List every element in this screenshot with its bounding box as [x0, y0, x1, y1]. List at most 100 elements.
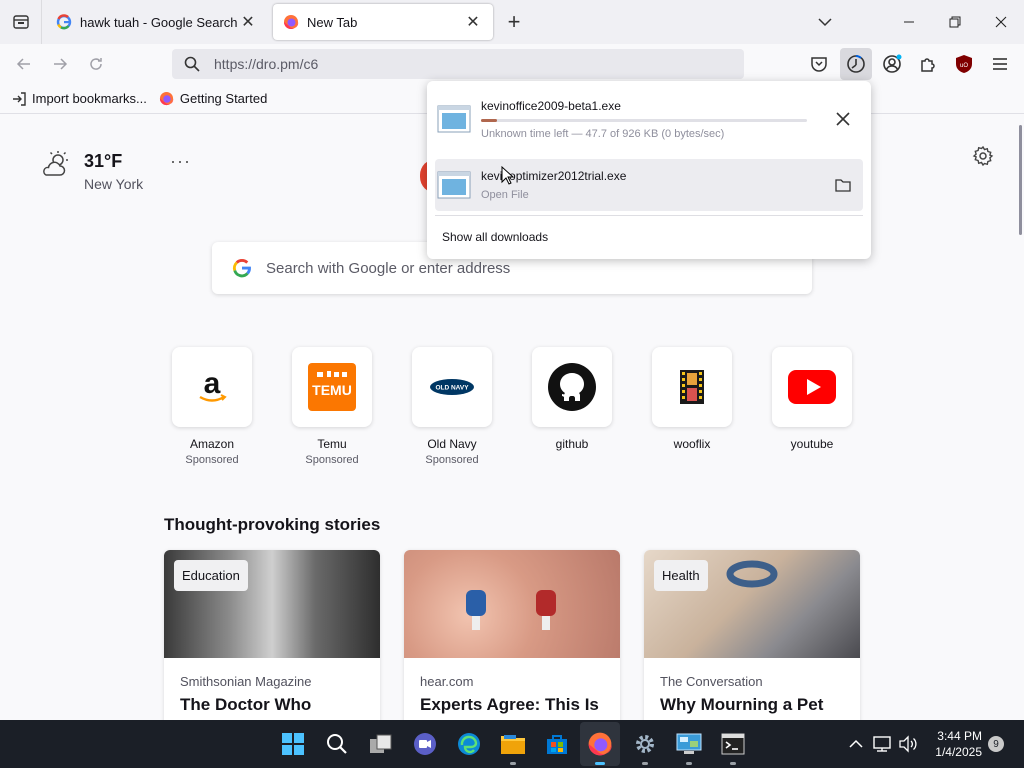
firefox-view-icon: [12, 15, 29, 29]
address-bar[interactable]: [172, 49, 744, 79]
ublock-button[interactable]: uO: [948, 48, 980, 80]
story-card[interactable]: Education Smithsonian Magazine The Docto…: [164, 550, 380, 720]
start-button[interactable]: [279, 730, 307, 758]
file-explorer-button[interactable]: [499, 730, 527, 758]
downloads-button[interactable]: [840, 48, 872, 80]
youtube-logo: [788, 370, 836, 404]
tab-close-button[interactable]: ✕: [463, 12, 483, 32]
sponsored-label: Sponsored: [305, 454, 359, 466]
svg-text:OLD NAVY: OLD NAVY: [435, 385, 469, 392]
shortcut-github[interactable]: github: [520, 347, 624, 451]
shortcut-tile[interactable]: [532, 347, 612, 427]
taskbar-search-button[interactable]: [323, 730, 351, 758]
forward-button[interactable]: [46, 50, 74, 78]
account-icon: [883, 54, 902, 73]
scrollbar[interactable]: [1019, 125, 1022, 235]
pocket-button[interactable]: [803, 48, 835, 80]
terminal-button[interactable]: [719, 730, 747, 758]
active-indicator: [595, 762, 605, 765]
download-filename: kevinoptimizer2012trial.exe: [481, 169, 627, 183]
shortcut-tile[interactable]: TEMU: [292, 347, 372, 427]
close-window-button[interactable]: [978, 0, 1024, 44]
story-headline: Experts Agree: This Is: [420, 695, 599, 714]
puzzle-icon: [921, 58, 935, 72]
shortcut-old-navy[interactable]: OLD NAVY Old Navy Sponsored: [400, 347, 504, 466]
hamburger-menu-icon: [993, 58, 1007, 70]
shortcut-tile[interactable]: OLD NAVY: [412, 347, 492, 427]
story-source: Smithsonian Magazine: [180, 674, 312, 689]
shortcuts-grid: a Amazon Sponsored TEMU Temu Sponsored O…: [160, 347, 880, 467]
shortcut-wooflix[interactable]: wooflix: [640, 347, 744, 451]
network-icon: [873, 736, 891, 752]
account-button[interactable]: [876, 48, 908, 80]
network-button[interactable]: [868, 730, 896, 758]
new-tab-button[interactable]: +: [502, 9, 526, 34]
tab-google-search[interactable]: hawk tuah - Google Search ✕: [46, 4, 268, 40]
teams-chat-button[interactable]: [411, 730, 439, 758]
shortcut-tile[interactable]: a: [172, 347, 252, 427]
ublock-shield-icon: uO: [956, 55, 972, 73]
settings-button[interactable]: [631, 730, 659, 758]
shortcut-tile[interactable]: [772, 347, 852, 427]
store-icon: [547, 735, 567, 754]
control-panel-button[interactable]: [675, 730, 703, 758]
firefox-icon: [159, 91, 174, 106]
reload-button[interactable]: [82, 50, 110, 78]
bookmark-getting-started[interactable]: Getting Started: [159, 91, 267, 106]
svg-text:uO: uO: [960, 63, 968, 69]
download-progress-bar: [481, 118, 807, 122]
weather-widget[interactable]: 31°F New York ···: [40, 151, 190, 192]
film-icon: [680, 370, 704, 404]
shortcut-tile[interactable]: [652, 347, 732, 427]
running-indicator: [730, 762, 736, 765]
shortcut-amazon[interactable]: a Amazon Sponsored: [160, 347, 264, 466]
exe-file-icon: [437, 171, 471, 199]
download-item[interactable]: kevinoffice2009-beta1.exe Unknown time l…: [435, 93, 863, 145]
sponsored-label: Sponsored: [425, 454, 479, 466]
show-in-folder-button[interactable]: [829, 171, 857, 199]
tab-new-tab[interactable]: New Tab ✕: [273, 4, 493, 40]
shortcut-temu[interactable]: TEMU Temu Sponsored: [280, 347, 384, 466]
show-hidden-icons-button[interactable]: [842, 730, 870, 758]
edge-icon: [458, 733, 480, 755]
firefox-view-button[interactable]: [0, 0, 42, 44]
tab-close-button[interactable]: ✕: [238, 12, 258, 32]
shortcut-label: wooflix: [673, 437, 711, 451]
url-input[interactable]: [214, 56, 694, 72]
downloads-progress-icon: [847, 55, 865, 73]
show-all-downloads-link[interactable]: Show all downloads: [442, 230, 548, 244]
folder-icon: [835, 179, 851, 192]
svg-text:a: a: [204, 367, 221, 400]
back-button[interactable]: [10, 50, 38, 78]
new-tab-search-input[interactable]: [266, 259, 786, 277]
list-all-tabs-button[interactable]: [812, 10, 838, 34]
svg-text:TEMU: TEMU: [312, 382, 352, 398]
store-button[interactable]: [543, 730, 571, 758]
app-menu-button[interactable]: [984, 48, 1016, 80]
weather-more-button[interactable]: ···: [170, 151, 191, 172]
download-item[interactable]: kevinoptimizer2012trial.exe Open File: [435, 159, 863, 211]
download-progress-fill: [481, 118, 498, 122]
bookmark-import[interactable]: Import bookmarks...: [12, 91, 147, 106]
partly-cloudy-icon: [43, 151, 68, 176]
gear-icon[interactable]: [972, 145, 994, 167]
story-headline: The Doctor Who: [180, 695, 312, 714]
story-card[interactable]: hear.com Experts Agree: This Is: [404, 550, 620, 720]
story-source: The Conversation: [660, 674, 763, 689]
task-view-icon: [370, 734, 392, 753]
restore-button[interactable]: [932, 0, 978, 44]
shortcut-youtube[interactable]: youtube: [760, 347, 864, 451]
notification-badge[interactable]: 9: [988, 736, 1004, 752]
story-card[interactable]: Health The Conversation Why Mourning a P…: [644, 550, 860, 720]
task-view-button[interactable]: [367, 730, 395, 758]
google-icon: [56, 14, 72, 30]
firefox-taskbar-button[interactable]: [586, 730, 614, 758]
edge-button[interactable]: [455, 730, 483, 758]
close-icon: [995, 16, 1007, 28]
search-icon: [327, 734, 347, 754]
system-clock[interactable]: 3:44 PM 1/4/2025: [928, 728, 982, 760]
minimize-button[interactable]: [886, 0, 932, 44]
extensions-button[interactable]: [912, 48, 944, 80]
volume-button[interactable]: [894, 730, 922, 758]
cancel-download-button[interactable]: [829, 105, 857, 133]
